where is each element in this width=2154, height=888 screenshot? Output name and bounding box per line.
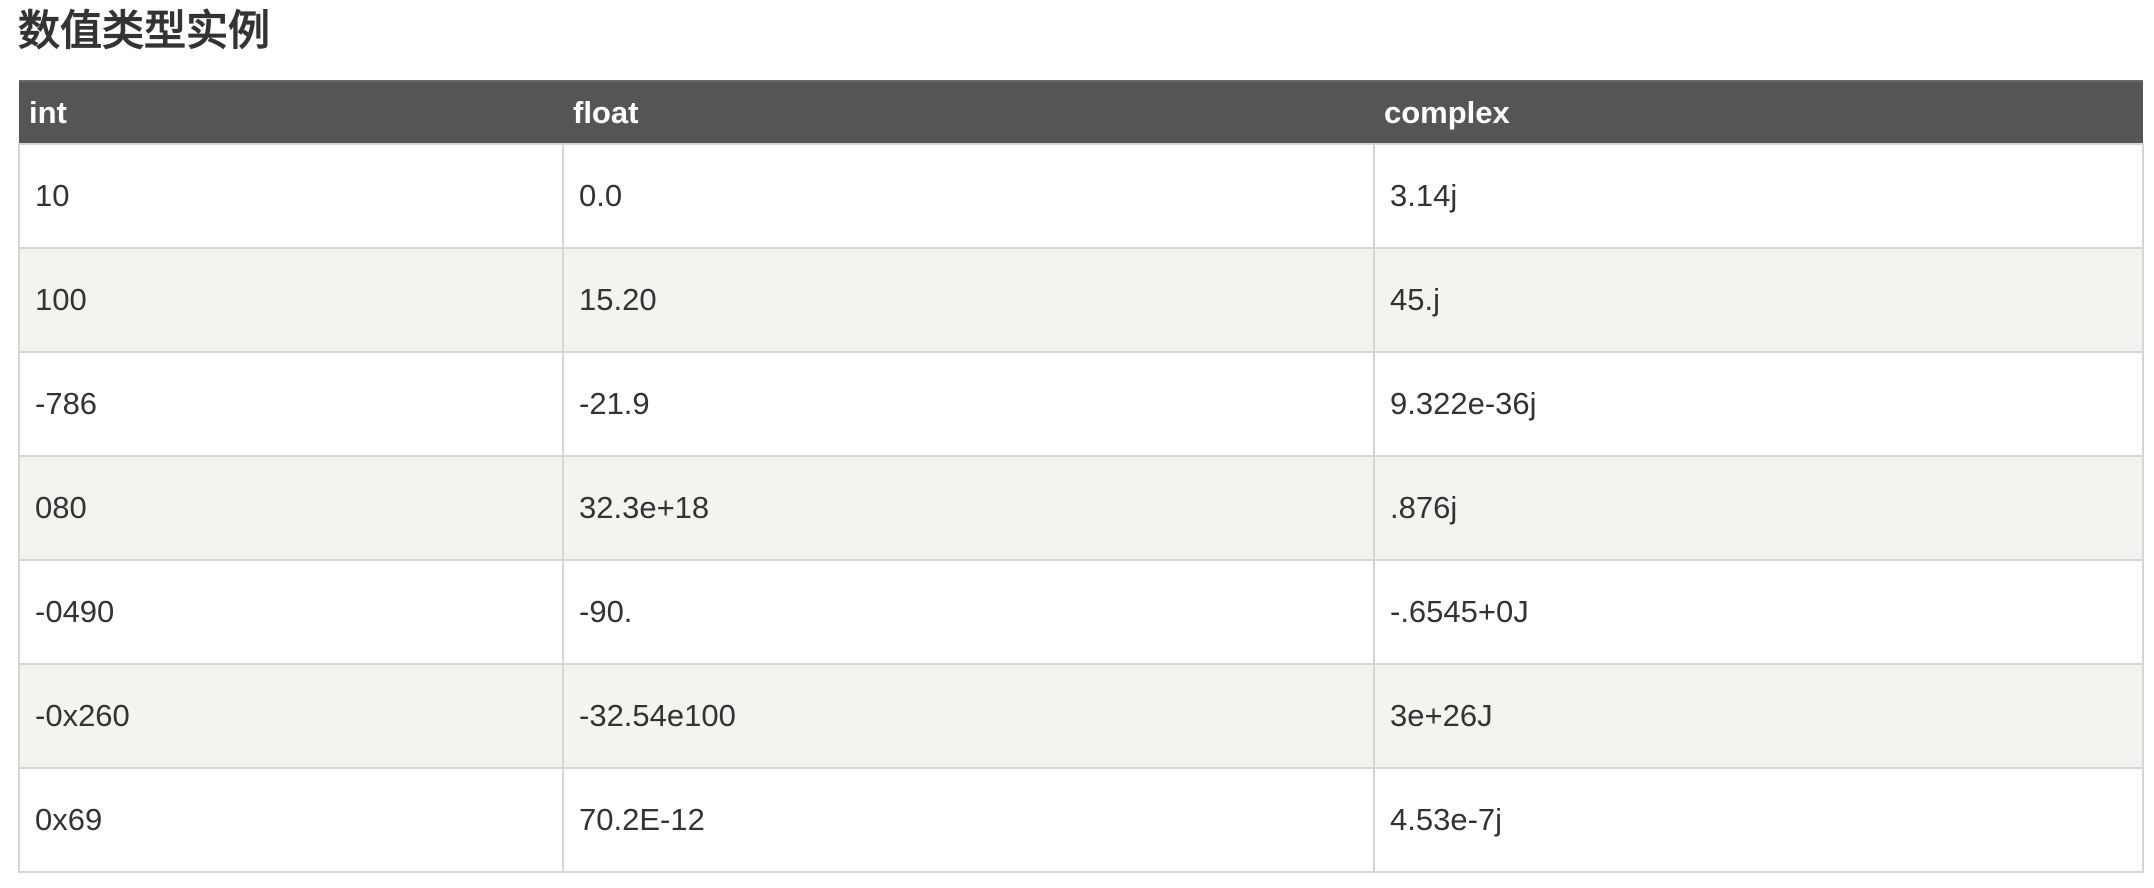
table-cell-float: -90. (562, 559, 1375, 665)
table-cell-int: -0x260 (18, 663, 564, 769)
table-row: 100 15.20 45.j (18, 247, 2144, 353)
table-cell-int: 0x69 (18, 767, 564, 873)
table-cell-float: 15.20 (562, 247, 1375, 353)
table-cell-int: 100 (18, 247, 564, 353)
table-cell-int: -786 (18, 351, 564, 457)
column-header-complex: complex (1374, 80, 2143, 144)
table-cell-int: -0490 (18, 559, 564, 665)
table-cell-float: 0.0 (562, 143, 1375, 249)
table-header-row: int float complex (19, 80, 2143, 144)
table-cell-complex: 3e+26J (1373, 663, 2144, 769)
number-types-table-container: int float complex 10 0.0 3.14j 100 15.20… (18, 80, 2144, 873)
page-title: 数值类型实例 (18, 6, 271, 55)
table-cell-complex: 9.322e-36j (1373, 351, 2144, 457)
table-row: 10 0.0 3.14j (18, 143, 2144, 249)
table-row: -0490 -90. -.6545+0J (18, 559, 2144, 665)
table-cell-float: 32.3e+18 (562, 455, 1375, 561)
table-cell-complex: .876j (1373, 455, 2144, 561)
table-cell-float: 70.2E-12 (562, 767, 1375, 873)
table-cell-float: -21.9 (562, 351, 1375, 457)
table-cell-int: 080 (18, 455, 564, 561)
table-row: -786 -21.9 9.322e-36j (18, 351, 2144, 457)
table-header: int float complex (19, 80, 2143, 144)
table-body: 10 0.0 3.14j 100 15.20 45.j -786 -21.9 9… (18, 143, 2144, 873)
table-cell-float: -32.54e100 (562, 663, 1375, 769)
table-row: 080 32.3e+18 .876j (18, 455, 2144, 561)
table-cell-complex: 45.j (1373, 247, 2144, 353)
table-cell-complex: 3.14j (1373, 143, 2144, 249)
table-row: -0x260 -32.54e100 3e+26J (18, 663, 2144, 769)
column-header-float: float (563, 80, 1374, 144)
table-cell-int: 10 (18, 143, 564, 249)
number-types-table: int float complex 10 0.0 3.14j 100 15.20… (18, 80, 2144, 873)
table-cell-complex: -.6545+0J (1373, 559, 2144, 665)
column-header-int: int (19, 80, 563, 144)
table-row: 0x69 70.2E-12 4.53e-7j (18, 767, 2144, 873)
table-cell-complex: 4.53e-7j (1373, 767, 2144, 873)
